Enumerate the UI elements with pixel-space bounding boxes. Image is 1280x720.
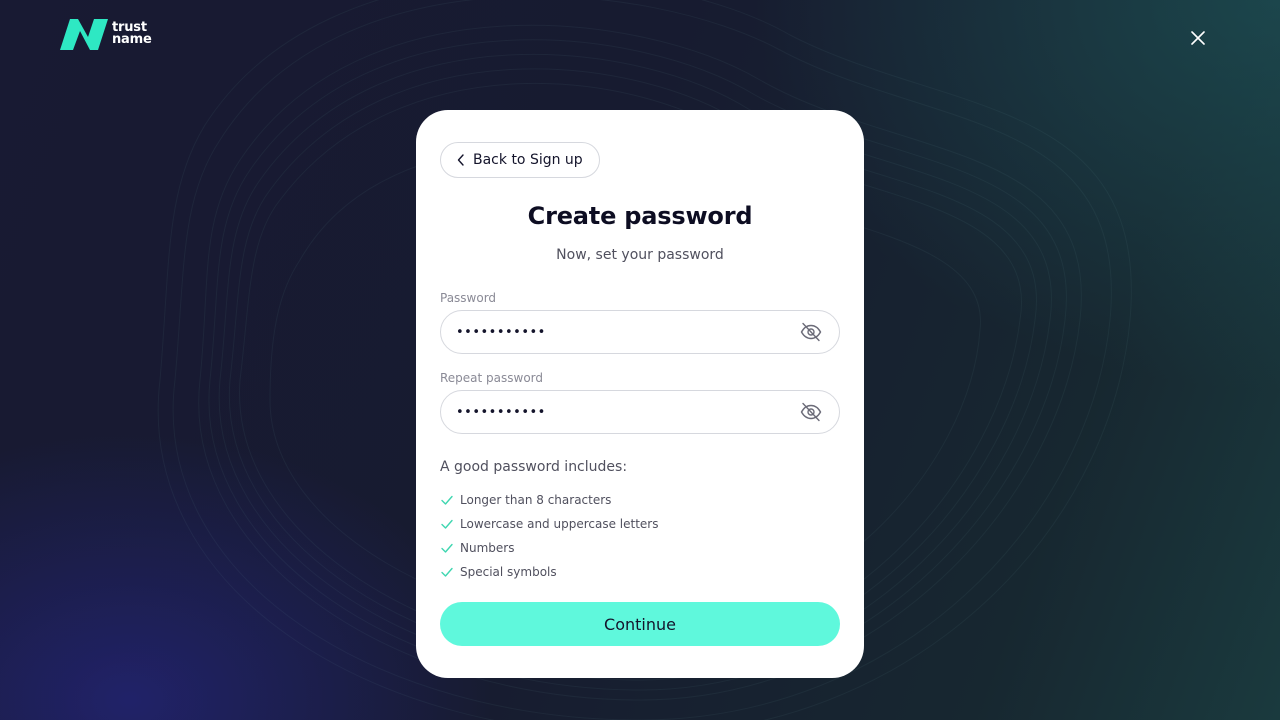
trustname-logo-icon <box>60 19 108 50</box>
password-rule-label: Lowercase and uppercase letters <box>460 517 659 531</box>
brand-name: trust name <box>112 21 152 47</box>
password-rule-label: Longer than 8 characters <box>460 493 612 507</box>
password-visibility-toggle[interactable] <box>797 318 825 346</box>
continue-button[interactable]: Continue <box>440 602 840 646</box>
password-field[interactable] <box>440 310 840 354</box>
password-rule-case: Lowercase and uppercase letters <box>440 512 658 536</box>
check-icon <box>441 543 453 553</box>
password-label: Password <box>440 291 497 305</box>
password-rules-title: A good password includes: <box>440 459 628 475</box>
repeat-password-field[interactable] <box>440 390 840 434</box>
check-icon <box>441 495 453 505</box>
close-icon <box>1191 31 1205 45</box>
close-button[interactable] <box>1186 26 1210 50</box>
password-rules-list: Longer than 8 characters Lowercase and u… <box>440 488 658 584</box>
chevron-left-icon <box>457 154 464 166</box>
page-title: Create password <box>527 202 753 230</box>
back-to-signup-button[interactable]: Back to Sign up <box>440 142 600 178</box>
create-password-card: Back to Sign up Create password Now, set… <box>416 110 864 678</box>
check-icon <box>441 567 453 577</box>
brand-name-line2: name <box>112 32 152 47</box>
password-input[interactable] <box>456 324 797 340</box>
password-rule-label: Numbers <box>460 541 515 555</box>
page-subtitle: Now, set your password <box>556 247 724 263</box>
password-rule-length: Longer than 8 characters <box>440 488 658 512</box>
password-rule-label: Special symbols <box>460 565 557 579</box>
eye-off-icon <box>800 322 822 342</box>
repeat-password-visibility-toggle[interactable] <box>797 398 825 426</box>
password-rule-symbols: Special symbols <box>440 560 658 584</box>
password-rule-numbers: Numbers <box>440 536 658 560</box>
back-button-label: Back to Sign up <box>473 152 583 168</box>
eye-off-icon <box>800 402 822 422</box>
repeat-password-input[interactable] <box>456 404 797 420</box>
brand-logo[interactable]: trust name <box>60 17 152 51</box>
check-icon <box>441 519 453 529</box>
repeat-password-label: Repeat password <box>440 371 544 385</box>
